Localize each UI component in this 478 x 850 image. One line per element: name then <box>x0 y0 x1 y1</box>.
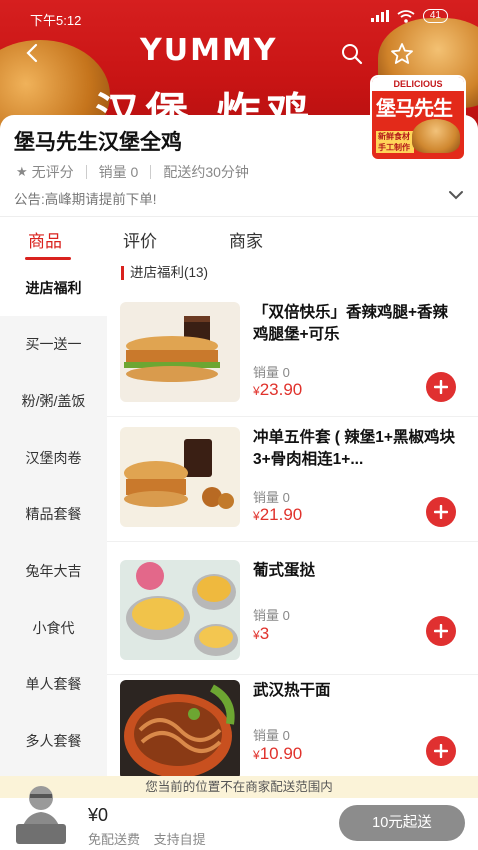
currency-symbol: ¥ <box>253 509 260 523</box>
currency-symbol: ¥ <box>253 384 260 398</box>
price-value: 21.90 <box>259 505 303 524</box>
section-title: 进店福利(13) <box>121 266 208 280</box>
tab-reviews[interactable]: 评价 <box>123 227 157 252</box>
product-image <box>120 427 240 527</box>
category-sidebar: 进店福利 买一送一 粉/粥/盖饭 汉堡肉卷 精品套餐 兔年大吉 小食代 单人套餐… <box>0 260 107 776</box>
cart-total: ¥0 <box>88 805 109 825</box>
sidebar-item-rabbit-year[interactable]: 兔年大吉 <box>0 543 107 599</box>
battery-indicator: 41 <box>422 9 448 23</box>
plus-icon <box>434 380 448 394</box>
product-item[interactable]: 葡式蛋挞 销量 0 ¥3 <box>107 550 478 675</box>
back-arrow-icon[interactable] <box>22 42 44 64</box>
checkout-button[interactable]: 10元起送 <box>339 805 465 841</box>
plus-icon <box>434 624 448 638</box>
shop-logo-tag: 新鲜食材 手工制作 <box>376 131 414 153</box>
shop-delivery-time: 配送约30分钟 <box>163 164 249 180</box>
shop-logo-name: 堡马先生 <box>376 98 453 120</box>
product-name: 葡式蛋挞 <box>253 562 316 579</box>
cart-icon[interactable] <box>10 780 72 848</box>
product-sales: 销量 0 <box>253 608 290 623</box>
status-icons: 41 <box>370 9 448 23</box>
price-value: 10.90 <box>259 744 303 763</box>
currency-symbol: ¥ <box>253 628 260 642</box>
plus-icon <box>434 505 448 519</box>
product-list: 进店福利(13) 「双倍快乐」香辣鸡腿+香辣鸡腿堡+可乐 销量 0 ¥23.90 <box>107 260 478 795</box>
logo-burger-image <box>412 119 460 153</box>
product-name: 冲单五件套 ( 辣堡1+黑椒鸡块3+骨肉相连1+... <box>253 429 455 468</box>
product-item[interactable]: 「双倍快乐」香辣鸡腿+香辣鸡腿堡+可乐 销量 0 ¥23.90 <box>107 292 478 417</box>
tab-products[interactable]: 商品 <box>28 227 62 252</box>
chevron-down-icon[interactable] <box>448 189 464 201</box>
add-to-cart-button[interactable] <box>426 497 456 527</box>
sidebar-item-group-meals[interactable]: 多人套餐 <box>0 713 107 769</box>
sidebar-item-snacks[interactable]: 小食代 <box>0 600 107 656</box>
divider <box>85 165 87 179</box>
signal-icon <box>370 10 389 22</box>
product-image <box>120 680 240 780</box>
banner-slogan-en: YUMMY <box>140 33 278 68</box>
product-name: 武汉热干面 <box>253 682 331 699</box>
shop-meta: ★ 无评分 销量 0 配送约30分钟 <box>16 162 249 182</box>
shop-info-card: 堡马先生汉堡全鸡 DELICIOUS 堡马先生 新鲜食材 手工制作 ★ 无评分 … <box>0 75 478 215</box>
cart-bar: ¥0 免配送费 支持自提 10元起送 <box>0 786 478 850</box>
shop-logo: DELICIOUS 堡马先生 新鲜食材 手工制作 <box>370 75 466 161</box>
add-to-cart-button[interactable] <box>426 736 456 766</box>
cart-delivery-info: 免配送费 支持自提 <box>88 829 216 848</box>
price-value: 23.90 <box>259 380 303 399</box>
self-pickup-label: 支持自提 <box>153 832 206 847</box>
sidebar-item-single-meals[interactable]: 单人套餐 <box>0 656 107 712</box>
shop-rating: 无评分 <box>31 164 74 180</box>
currency-symbol: ¥ <box>253 748 260 762</box>
shop-name: 堡马先生汉堡全鸡 <box>14 131 182 154</box>
status-bar: 下午5:12 41 <box>0 0 478 34</box>
wifi-icon <box>397 9 415 23</box>
product-name: 「双倍快乐」香辣鸡腿+香辣鸡腿堡+可乐 <box>253 304 449 343</box>
tab-bar: 商品 评价 商家 <box>0 216 478 260</box>
rating-star-icon: ★ <box>16 164 28 179</box>
plus-icon <box>434 744 448 758</box>
shop-sales: 销量 0 <box>98 164 139 180</box>
sidebar-item-noodles-rice[interactable]: 粉/粥/盖饭 <box>0 373 107 429</box>
sidebar-item-premium-sets[interactable]: 精品套餐 <box>0 486 107 542</box>
product-price: ¥21.90 <box>253 505 302 525</box>
search-icon[interactable] <box>340 42 364 66</box>
favorite-star-icon[interactable] <box>390 42 414 66</box>
shop-notice[interactable]: 公告:高峰期请提前下单! <box>14 188 157 208</box>
product-sales: 销量 0 <box>253 490 290 505</box>
product-price: ¥23.90 <box>253 380 302 400</box>
product-price: ¥3 <box>253 624 269 644</box>
free-delivery-label: 免配送费 <box>88 832 141 847</box>
add-to-cart-button[interactable] <box>426 616 456 646</box>
sidebar-item-welfare[interactable]: 进店福利 <box>0 260 107 316</box>
tab-merchant[interactable]: 商家 <box>229 227 263 252</box>
product-item[interactable]: 冲单五件套 ( 辣堡1+黑椒鸡块3+骨肉相连1+... 销量 0 ¥21.90 <box>107 417 478 542</box>
product-sales: 销量 0 <box>253 365 290 380</box>
divider <box>150 165 152 179</box>
product-sales: 销量 0 <box>253 728 290 743</box>
product-image <box>120 560 240 660</box>
add-to-cart-button[interactable] <box>426 372 456 402</box>
status-time: 下午5:12 <box>30 13 82 28</box>
price-value: 3 <box>259 624 270 643</box>
product-price: ¥10.90 <box>253 744 302 764</box>
sidebar-item-burgers[interactable]: 汉堡肉卷 <box>0 430 107 486</box>
shop-logo-top-text: DELICIOUS <box>372 77 464 91</box>
product-image <box>120 302 240 402</box>
sidebar-item-bogo[interactable]: 买一送一 <box>0 316 107 372</box>
